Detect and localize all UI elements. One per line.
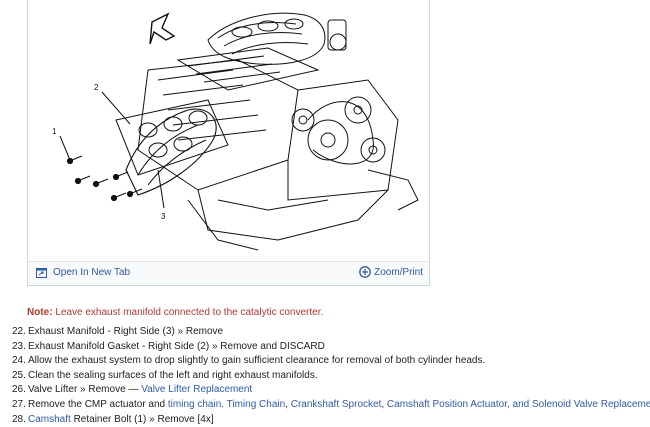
step-number: 28. [12, 413, 26, 425]
step-text: Remove the CMP actuator and [28, 398, 168, 410]
crankshaft-sprocket-link[interactable]: Crankshaft Sprocket [291, 399, 382, 410]
step-text: Retainer Bolt (1) » Remove [4x] [70, 413, 214, 425]
camshaft-link[interactable]: Camshaft [28, 414, 71, 425]
note-label: Note: [27, 307, 53, 318]
zoom-print-label: Zoom/Print [374, 266, 423, 278]
list-item: 24. Allow the exhaust system to drop slig… [12, 354, 650, 369]
step-number: 23. [12, 340, 26, 352]
figure-frame: 1 2 3 Open In New Tab Zoom/Print [27, 0, 430, 286]
procedure-steps: 22. Exhaust Manifold - Right Side (3) » R… [12, 325, 650, 427]
engine-illustration: 1 2 3 [52, 12, 419, 251]
step-text: Clean the sealing surfaces of the left a… [28, 369, 318, 381]
callout-1: 1 [52, 127, 57, 136]
valve-lifter-replacement-link[interactable]: Valve Lifter Replacement [141, 384, 252, 395]
front-arrow-icon [149, 12, 176, 45]
figure-toolbar: Open In New Tab Zoom/Print [28, 261, 429, 285]
open-in-new-tab-label: Open In New Tab [53, 267, 131, 278]
list-item: 23. Exhaust Manifold Gasket - Right Side … [12, 340, 650, 355]
step-number: 26. [12, 384, 26, 396]
timing-chain-procedure-link[interactable]: Timing Chain [227, 399, 286, 410]
note-text: Leave exhaust manifold connected to the … [55, 307, 324, 318]
step-number: 24. [12, 355, 26, 367]
camshaft-position-actuator-link[interactable]: Camshaft Position Actuator, and Solenoid… [387, 399, 650, 410]
step-text: Allow the exhaust system to drop slightl… [28, 355, 486, 367]
step-number: 27. [12, 398, 26, 410]
step-text: Exhaust Manifold - Right Side (3) » Remo… [28, 326, 224, 337]
zoom-print-link[interactable]: Zoom/Print [359, 266, 423, 278]
list-item: 26. Valve Lifter » Remove — Valve Lifter … [12, 383, 650, 398]
open-tab-icon [36, 267, 47, 278]
callout-2: 2 [94, 83, 99, 92]
list-item: 22. Exhaust Manifold - Right Side (3) » R… [12, 325, 650, 340]
step-text: Exhaust Manifold Gasket - Right Side (2)… [28, 340, 325, 352]
list-item: 25. Clean the sealing surfaces of the lef… [12, 369, 650, 384]
timing-chain-link[interactable]: timing chain. [168, 399, 224, 410]
step-number: 22. [12, 326, 26, 337]
open-in-new-tab-link[interactable]: Open In New Tab [36, 267, 130, 278]
step-number: 25. [12, 369, 26, 381]
note: Note: Leave exhaust manifold connected t… [27, 307, 323, 318]
step-text: Valve Lifter » Remove — [28, 384, 142, 396]
list-item: 27. Remove the CMP actuator and timing ch… [12, 398, 650, 413]
zoom-plus-icon [359, 266, 371, 278]
callout-3: 3 [161, 212, 166, 221]
list-item: 28. Camshaft Retainer Bolt (1) » Remove [… [12, 413, 650, 427]
